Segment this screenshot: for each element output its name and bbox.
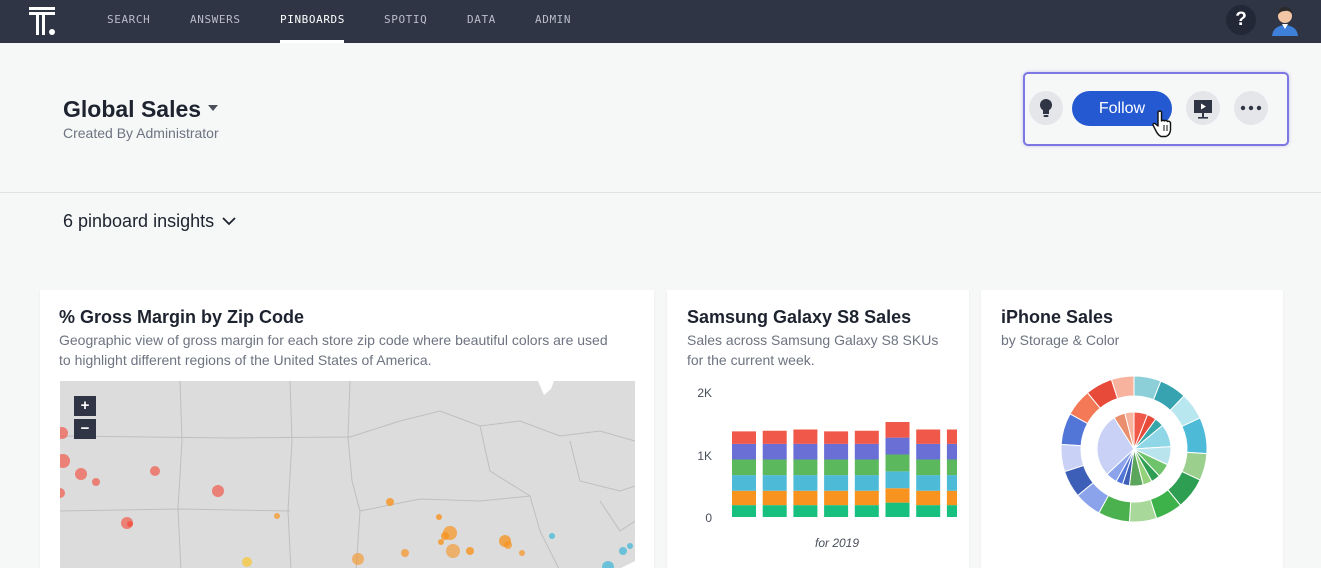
bar-segment[interactable] <box>885 488 910 503</box>
bar-segment[interactable] <box>824 505 849 517</box>
y-tick-label: 2K <box>697 386 712 400</box>
bar-segment[interactable] <box>854 505 879 517</box>
bar-segment[interactable] <box>762 490 787 506</box>
bar-segment[interactable] <box>762 505 787 517</box>
card-title: Samsung Galaxy S8 Sales <box>687 307 912 327</box>
bar-segment[interactable] <box>854 430 879 444</box>
pinboard-author: Created By Administrator <box>63 125 219 141</box>
bar-segment[interactable] <box>946 443 957 460</box>
bar-segment[interactable] <box>732 443 756 460</box>
bar-segment[interactable] <box>732 431 756 444</box>
nav-data[interactable]: DATA <box>467 13 496 26</box>
card-description-line: for the current week. <box>687 352 815 368</box>
bar-segment[interactable] <box>793 475 818 491</box>
pinboard-title[interactable]: Global Sales <box>63 96 201 123</box>
bar-segment[interactable] <box>916 490 941 506</box>
bar-segment[interactable] <box>885 437 910 455</box>
card-description-line: to highlight different regions of the Un… <box>59 352 432 368</box>
bar-segment[interactable] <box>885 454 910 472</box>
spotiq-insights-button[interactable] <box>1029 91 1063 125</box>
bar-segment[interactable] <box>732 459 756 476</box>
chevron-down-icon[interactable] <box>222 216 236 226</box>
card-title: % Gross Margin by Zip Code <box>59 307 305 327</box>
bar-segment[interactable] <box>824 431 849 444</box>
nav-search[interactable]: SEARCH <box>107 13 150 26</box>
card-description: by Storage & Color <box>1001 332 1120 348</box>
bar-segment[interactable] <box>946 490 957 506</box>
bar-segment[interactable] <box>854 443 879 460</box>
bar-segment[interactable] <box>854 490 879 506</box>
bar-segment[interactable] <box>732 505 756 517</box>
nav-spotiq[interactable]: SPOTIQ <box>384 13 427 26</box>
chart-caption: for 2019 <box>815 536 860 550</box>
caret-down-icon[interactable] <box>208 105 218 111</box>
bar-segment[interactable] <box>916 505 941 517</box>
card-title: iPhone Sales <box>1001 307 1114 327</box>
bar-segment[interactable] <box>732 490 756 506</box>
hand-cursor-icon <box>1152 110 1172 138</box>
header-divider <box>0 192 1321 193</box>
map-card[interactable]: % Gross Margin by Zip Code Geographic vi… <box>40 290 654 568</box>
bar-segment[interactable] <box>762 475 787 491</box>
active-tab-indicator <box>280 40 344 43</box>
nav-admin[interactable]: ADMIN <box>535 13 571 26</box>
zoom-out-button[interactable]: − <box>74 419 96 439</box>
bar-segment[interactable] <box>732 475 756 491</box>
card-description-line: Sales across Samsung Galaxy S8 SKUs <box>687 332 939 348</box>
nav-answers[interactable]: ANSWERS <box>190 13 241 26</box>
donut-slices <box>1060 375 1208 523</box>
top-navigation-bar: SEARCH ANSWERS PINBOARDS SPOTIQ DATA ADM… <box>0 0 1321 43</box>
bar-segment[interactable] <box>946 505 957 517</box>
bar-segment[interactable] <box>854 459 879 476</box>
bar-segment[interactable] <box>793 505 818 517</box>
card-description-line: Geographic view of gross margin for each… <box>59 332 608 348</box>
iphone-sales-card[interactable]: iPhone Sales by Storage & Color <box>981 290 1283 568</box>
more-options-button[interactable] <box>1234 91 1268 125</box>
pinboard-insights-toggle[interactable]: 6 pinboard insights <box>63 211 214 232</box>
y-tick-label: 1K <box>697 449 712 463</box>
bar-segment[interactable] <box>916 443 941 460</box>
bar-segment[interactable] <box>762 443 787 460</box>
bar-segment[interactable] <box>916 429 941 444</box>
bar-segment[interactable] <box>824 490 849 506</box>
nav-pinboards[interactable]: PINBOARDS <box>280 13 345 26</box>
zoom-in-button[interactable]: + <box>74 396 96 416</box>
bar-segment[interactable] <box>885 502 910 517</box>
bar-segment[interactable] <box>793 429 818 444</box>
bar-segment[interactable] <box>793 459 818 476</box>
thoughtspot-logo-icon[interactable] <box>28 5 60 37</box>
presentation-icon <box>1194 100 1212 119</box>
bar-segment[interactable] <box>824 443 849 460</box>
map-canvas <box>60 381 635 568</box>
bar-segment[interactable] <box>762 430 787 444</box>
bar-series-group <box>732 422 957 517</box>
help-icon[interactable]: ? <box>1226 5 1256 35</box>
more-dots-icon <box>1240 105 1262 111</box>
card-description: Sales across Samsung Galaxy S8 SKUs for … <box>687 330 957 370</box>
bar-segment[interactable] <box>916 459 941 476</box>
bar-segment[interactable] <box>762 459 787 476</box>
bar-segment[interactable] <box>885 471 910 489</box>
bar-segment[interactable] <box>793 443 818 460</box>
bar-segment[interactable] <box>824 459 849 476</box>
gross-margin-map[interactable]: + − <box>60 381 635 568</box>
bar-segment[interactable] <box>946 429 957 444</box>
user-avatar[interactable] <box>1270 4 1300 36</box>
iphone-sunburst-chart[interactable] <box>1059 374 1209 524</box>
bar-segment[interactable] <box>824 475 849 491</box>
samsung-stacked-bar-chart[interactable]: 2K 1K 0 <box>687 382 957 552</box>
bar-segment[interactable] <box>946 475 957 491</box>
bar-segment[interactable] <box>946 459 957 476</box>
card-description: Geographic view of gross margin for each… <box>59 330 649 370</box>
samsung-sales-card[interactable]: Samsung Galaxy S8 Sales Sales across Sam… <box>667 290 969 568</box>
bar-segment[interactable] <box>885 422 910 438</box>
bar-segment[interactable] <box>793 490 818 506</box>
present-button[interactable] <box>1186 91 1220 125</box>
lightbulb-icon <box>1040 99 1052 117</box>
y-tick-label: 0 <box>705 511 712 525</box>
bar-segment[interactable] <box>854 475 879 491</box>
bar-segment[interactable] <box>916 475 941 491</box>
